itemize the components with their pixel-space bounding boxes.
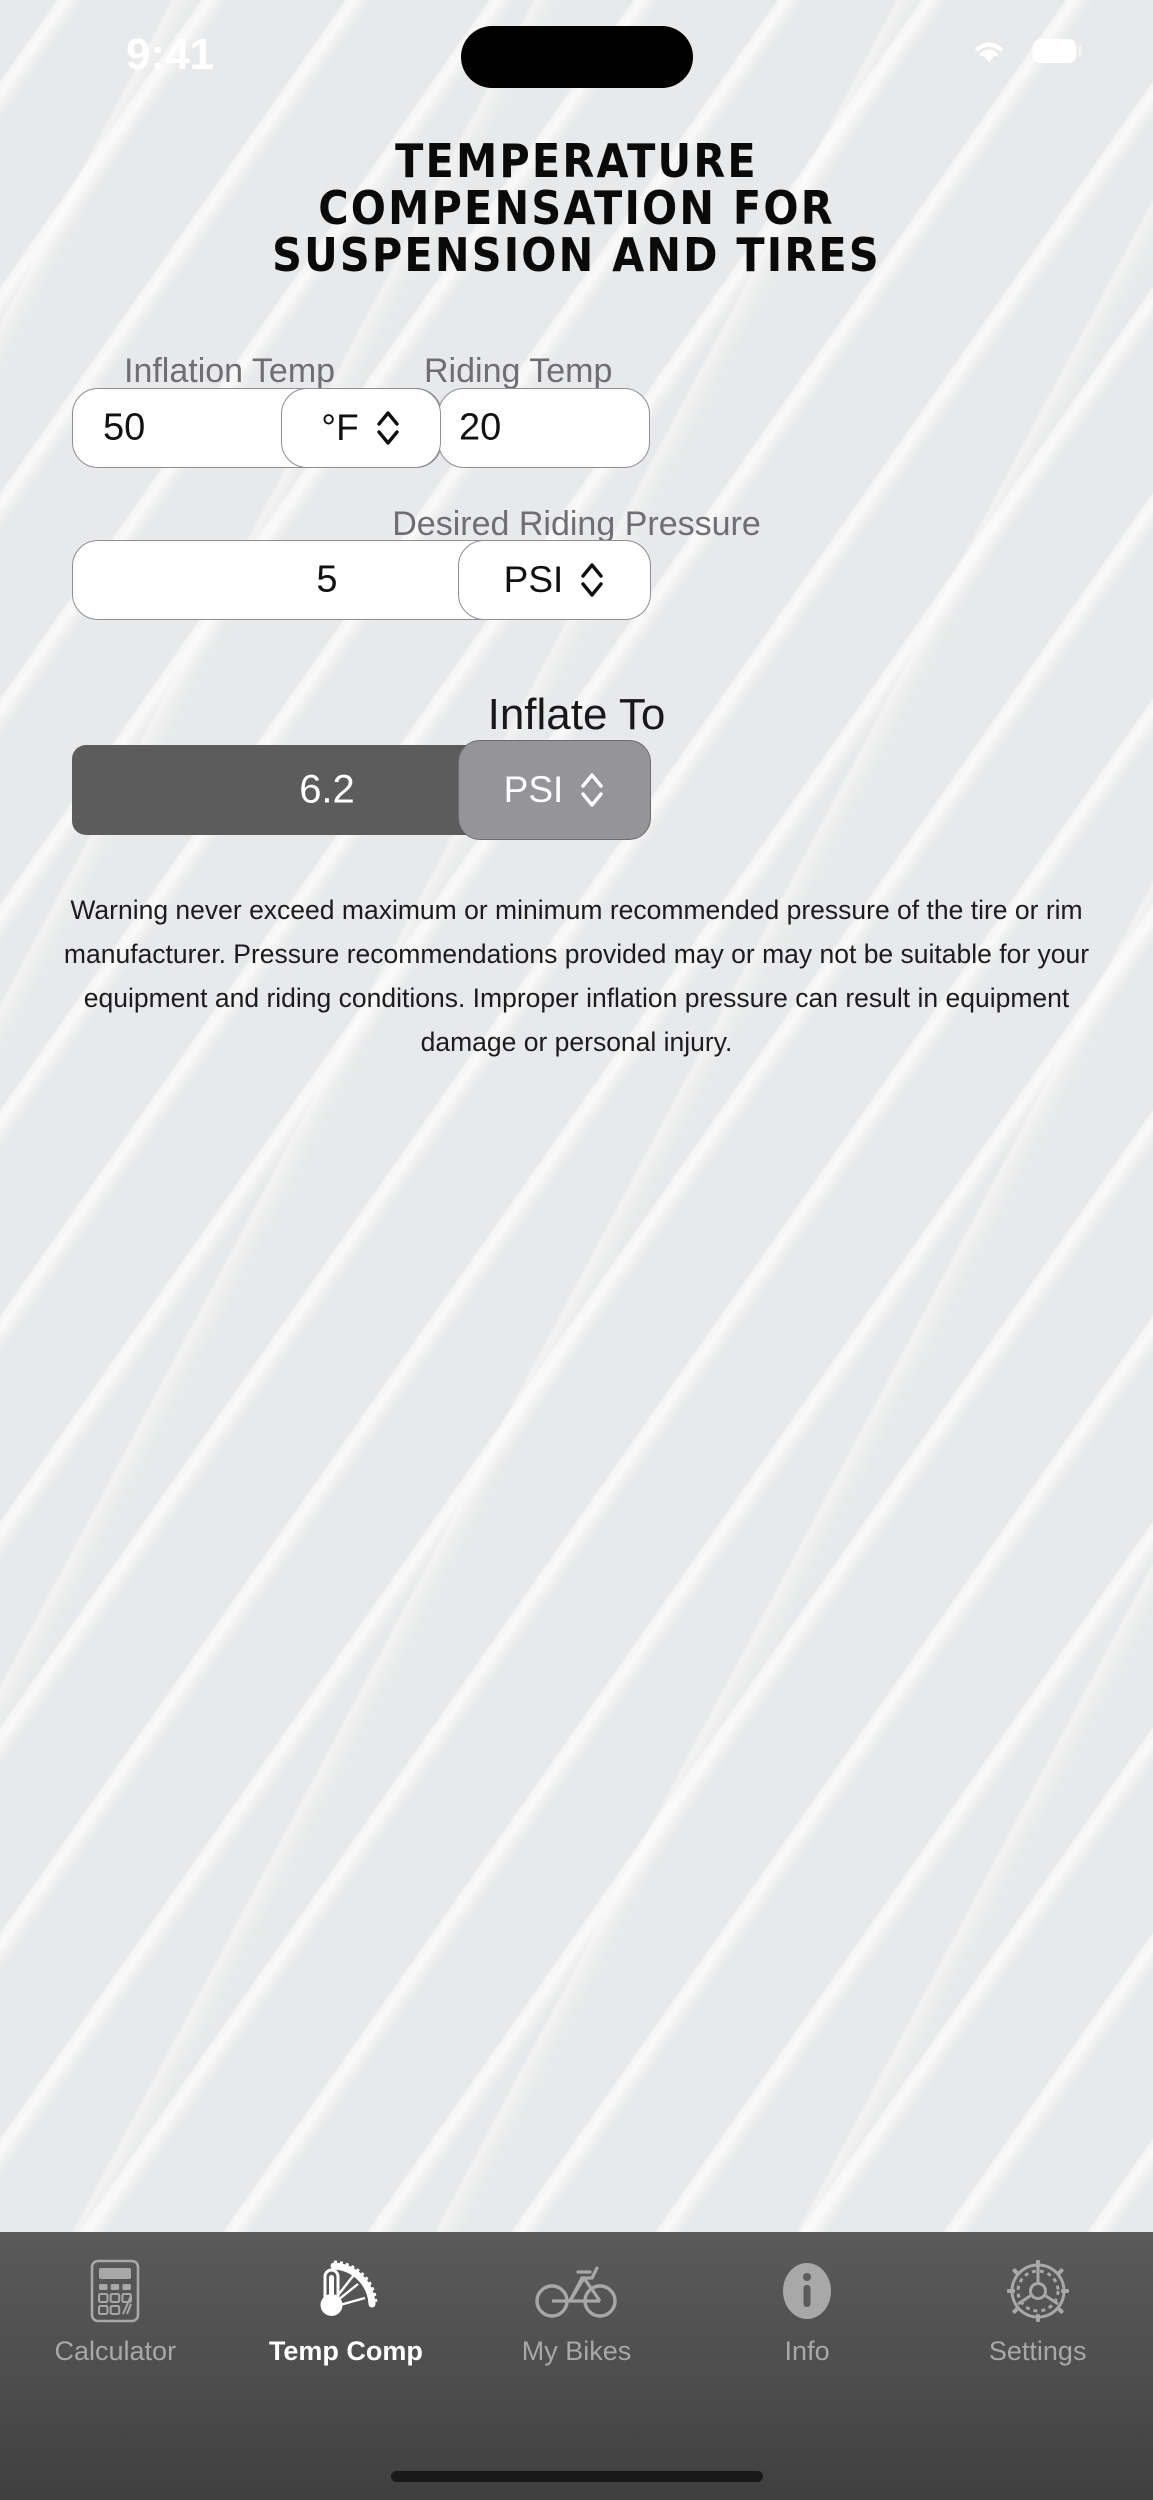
inflation-temp-value: 50	[103, 406, 146, 449]
tab-my-bikes-label: My Bikes	[521, 2336, 632, 2366]
tab-calculator-label: Calculator	[54, 2336, 177, 2366]
result-unit-value: PSI	[503, 769, 564, 810]
bottom-tab-bar: Calculator Temp Comp My Bikes Info Setti…	[0, 2232, 1153, 2500]
inflate-to-heading: Inflate To	[487, 690, 666, 739]
tab-settings-label: Settings	[988, 2336, 1087, 2366]
riding-temp-input[interactable]: 20	[438, 388, 650, 468]
page-title-line-1: TEMPERATURE	[395, 134, 758, 188]
desired-pressure-label: Desired Riding Pressure	[392, 505, 761, 543]
bicycle-icon	[534, 2258, 618, 2324]
app-screen: 9:41 TEMPERATURE COMPENSATION FOR SUSPEN…	[0, 0, 1153, 2500]
tab-settings[interactable]: Settings	[922, 2232, 1153, 2367]
wifi-icon	[975, 42, 1003, 63]
warning-text: Warning never exceed maximum or minimum …	[63, 895, 1090, 1057]
pressure-unit-selector[interactable]: PSI	[458, 540, 651, 620]
battery-icon	[1032, 39, 1082, 63]
pressure-unit-value: PSI	[503, 559, 564, 600]
info-circle-icon	[777, 2258, 837, 2324]
status-bar-indicators	[969, 36, 1083, 66]
page-title: TEMPERATURE COMPENSATION FOR SUSPENSION …	[0, 138, 1153, 279]
calculator-icon	[86, 2258, 144, 2324]
temperature-gauge-icon	[310, 2258, 382, 2324]
chevron-up-down-icon	[581, 563, 604, 597]
inflation-temp-label: Inflation Temp	[124, 352, 336, 390]
gear-sprocket-icon	[1005, 2258, 1071, 2324]
home-indicator[interactable]	[390, 2471, 763, 2482]
temp-unit-value: °F	[321, 407, 359, 448]
page-title-line-3: SUSPENSION AND TIRES	[272, 228, 881, 282]
chevron-up-down-icon	[377, 411, 399, 445]
tab-list: Calculator Temp Comp My Bikes Info Setti…	[0, 2232, 1153, 2367]
tab-calculator[interactable]: Calculator	[0, 2232, 231, 2367]
tab-info[interactable]: Info	[692, 2232, 923, 2367]
page-title-line-2: COMPENSATION FOR	[318, 181, 835, 235]
status-bar: 9:41	[0, 0, 1153, 112]
tab-my-bikes[interactable]: My Bikes	[461, 2232, 692, 2367]
tab-info-label: Info	[784, 2336, 830, 2366]
result-unit-selector[interactable]: PSI	[458, 740, 651, 840]
chevron-up-down-icon	[581, 773, 604, 807]
temp-unit-selector[interactable]: °F	[281, 388, 441, 468]
dynamic-island	[460, 26, 693, 88]
tab-temp-comp-label: Temp Comp	[268, 2336, 423, 2366]
status-bar-time: 9:41	[125, 30, 215, 79]
riding-temp-value: 20	[459, 406, 502, 449]
riding-temp-label: Riding Temp	[424, 352, 613, 390]
tab-temp-comp[interactable]: Temp Comp	[231, 2232, 462, 2367]
